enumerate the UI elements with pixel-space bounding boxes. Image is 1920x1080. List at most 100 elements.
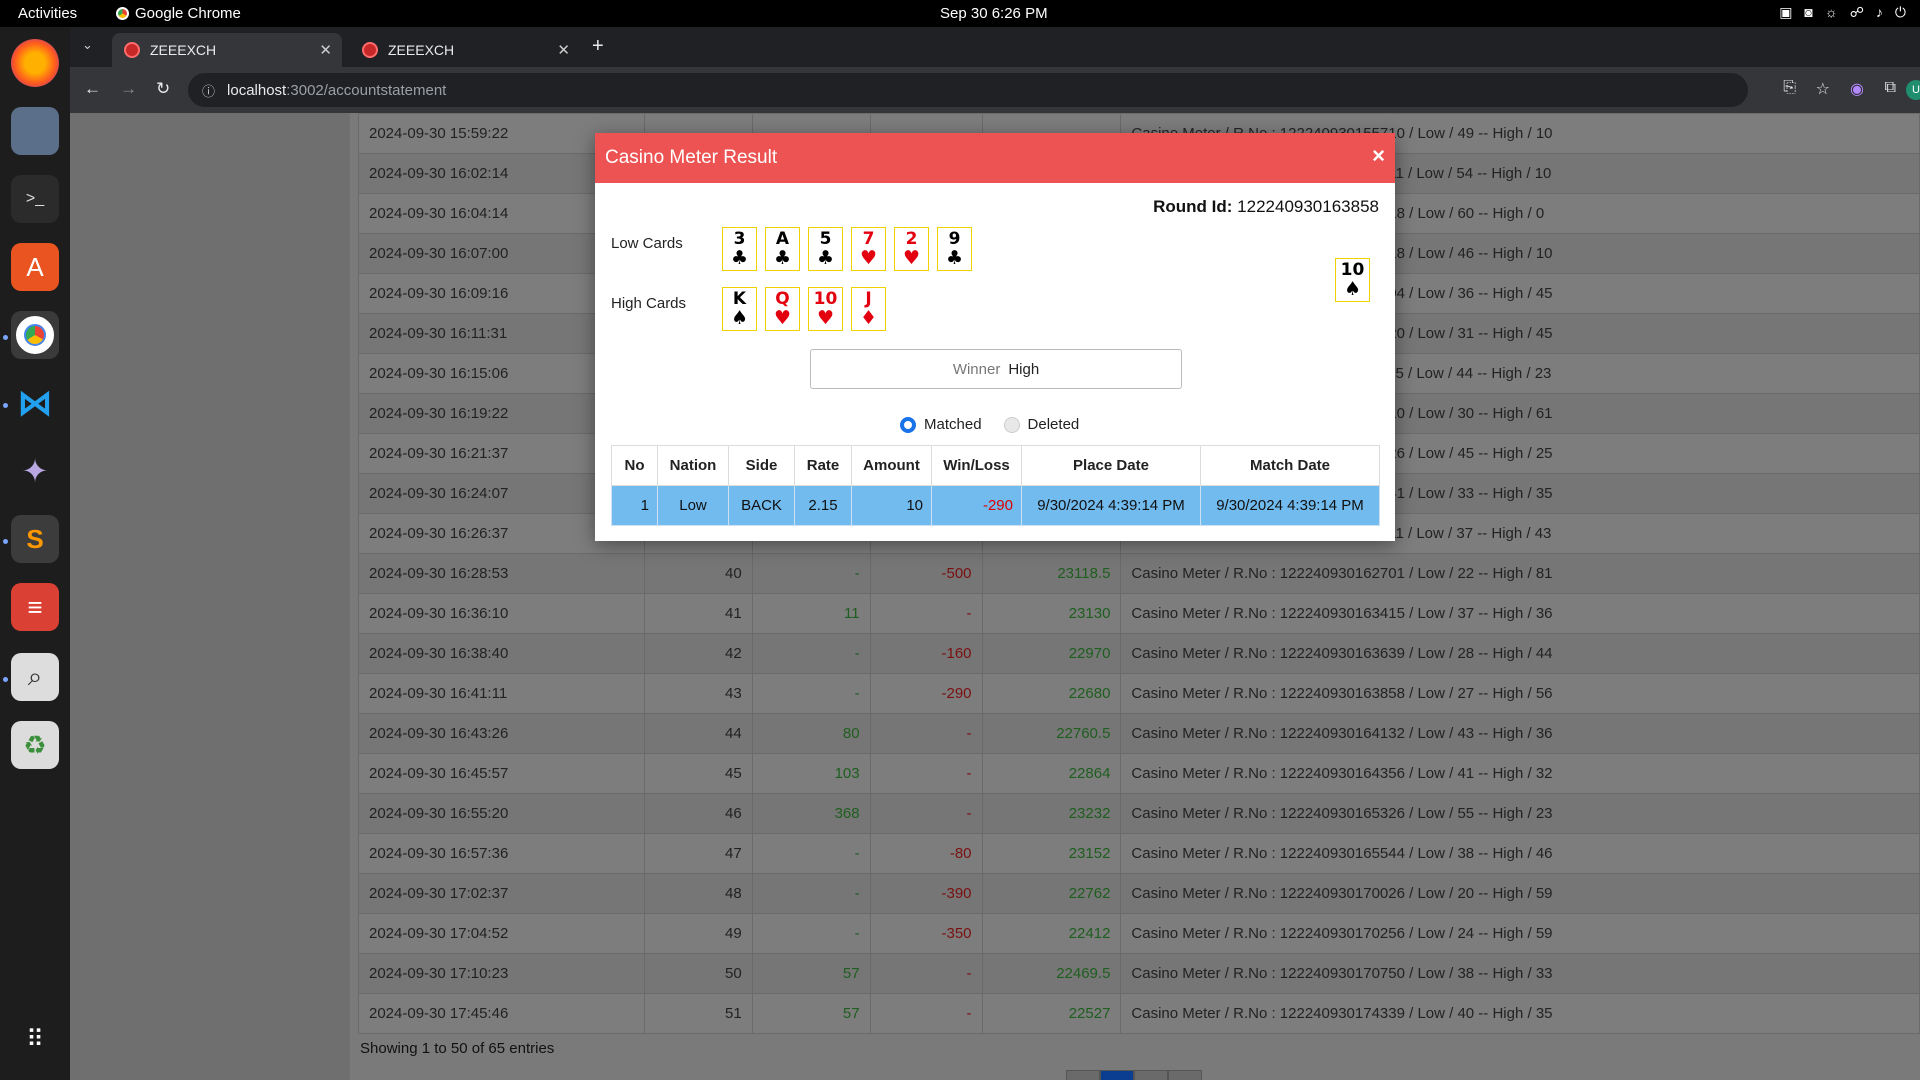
low-cards: 3 ♣ A ♣ 5 ♣ 7 ♥ 2 ♥ 9 ♣ [722,227,972,271]
terminal-icon[interactable]: >_ [11,175,59,223]
card-suit-icon: ♣ [773,246,792,269]
chrome-dock-icon[interactable] [11,311,59,359]
statement-credit: 368 [751,793,871,834]
brightness-icon: ☼ [1824,4,1838,20]
col-rate: Rate [794,445,852,486]
sublime-text-icon[interactable]: S [11,515,59,563]
pidgin-icon[interactable]: ✦ [11,447,59,495]
search-tool-icon[interactable]: ⌕ [11,653,59,701]
bookmark-star-icon[interactable]: ☆ [1816,79,1830,99]
statement-credit: 103 [751,753,871,794]
statement-row: 2024-09-30 16:41:11 43- -290 22680 Casino Me… [358,673,1920,714]
statement-no: 46 [643,793,753,834]
tab-strip: ⌄ ZEEEXCH ✕ ZEEEXCH ✕ + [70,27,1920,67]
site-favicon-icon [124,42,140,58]
close-modal-icon[interactable]: × [1372,143,1385,169]
running-indicator [3,539,8,544]
col-no: No [611,445,658,486]
system-tray[interactable]: ▣ ◙ ☼ ☍ ♪ ⏻ [1779,4,1906,21]
statement-date: 2024-09-30 17:02:37 [358,873,645,914]
page-next[interactable] [1168,1070,1202,1080]
statement-credit: 57 [751,953,871,994]
col-nation: Nation [657,445,729,486]
card-rank: Q [775,288,790,309]
page-1[interactable] [1100,1070,1134,1080]
statement-date: 2024-09-30 16:36:10 [358,593,645,634]
statement-row: 2024-09-30 16:57:36 47- -80 23152 Casino Met… [358,833,1920,874]
close-tab-icon[interactable]: ✕ [319,41,332,59]
playing-card: 5 ♣ [808,227,843,271]
vscode-icon[interactable]: ⋈ [11,379,59,427]
high-cards: K ♠ Q ♥ 10 ♥ J ♦ [722,287,886,331]
forward-icon[interactable]: → [120,79,137,99]
app-center-icon[interactable]: A [11,243,59,291]
reload-icon[interactable]: ↻ [156,79,170,99]
modal-title: Casino Meter Result [605,147,778,168]
statement-no: 50 [643,953,753,994]
round-id-value: 122240930163858 [1237,197,1379,216]
winner-box: Winner High [810,349,1182,389]
statement-row: 2024-09-30 16:43:26 44 80-22760.5 Casino Me… [358,713,1920,754]
show-apps-icon[interactable]: ⠿ [11,1015,59,1063]
statement-date: 2024-09-30 17:45:46 [358,993,645,1034]
page-prev[interactable] [1066,1070,1100,1080]
entries-info: Showing 1 to 50 of 65 entries [360,1040,555,1057]
statement-remark: Casino Meter / R.No : 122240930170026 / … [1120,873,1920,914]
statement-remark: Casino Meter / R.No : 122240930163858 / … [1120,673,1920,714]
bet-winloss: -290 [931,485,1022,526]
app-menu[interactable]: Google Chrome [116,5,241,22]
playing-card: K ♠ [722,287,757,331]
page-2[interactable] [1134,1070,1168,1080]
tab-zeeexch-inactive[interactable]: ZEEEXCH ✕ [350,33,580,67]
deleted-radio[interactable] [1003,416,1020,433]
clock[interactable]: Sep 30 6:26 PM [940,5,1048,22]
statement-debit: - [869,993,983,1034]
profile-avatar[interactable]: U [1906,80,1920,100]
firefox-icon[interactable] [11,39,59,87]
back-icon[interactable]: ← [84,79,101,99]
files-icon[interactable] [11,107,59,155]
bet-amount: 10 [851,485,932,526]
extension-icon[interactable]: ◉ [1850,79,1864,99]
card-suit-icon: ♥ [816,306,835,329]
tab-title: ZEEEXCH [150,42,217,58]
playing-card: 10 ♥ [808,287,843,331]
statement-row: 2024-09-30 16:36:10 41 11-23130 Casino Mete… [358,593,1920,634]
close-tab-icon[interactable]: ✕ [557,41,570,59]
address-bar[interactable]: ⓘ localhost :3002/accountstatement [188,73,1748,107]
running-indicator [3,403,8,408]
statement-remark: Casino Meter / R.No : 122240930165326 / … [1120,793,1920,834]
extensions-puzzle-icon[interactable]: ⧉ [1885,79,1896,97]
playing-card: 2 ♥ [894,227,929,271]
statement-no: 51 [643,993,753,1034]
statement-date: 2024-09-30 16:45:57 [358,753,645,794]
statement-credit: - [751,833,871,874]
statement-balance: 22970 [981,633,1122,674]
statement-debit: - [869,713,983,754]
statement-balance: 23152 [981,833,1122,874]
bet-row: 1 Low BACK 2.15 10 -290 9/30/2024 4:39:1… [611,485,1380,526]
matched-radio[interactable] [900,416,916,433]
card-rank: 5 [819,228,832,249]
statement-debit: -350 [869,913,983,954]
bet-rate: 2.15 [794,485,852,526]
statement-credit: 57 [751,993,871,1034]
running-indicator [3,677,8,682]
trash-icon[interactable]: ♻ [11,721,59,769]
tab-zeeexch-active[interactable]: ZEEEXCH ✕ [112,33,342,67]
statement-no: 41 [643,593,753,634]
card-rank: 7 [862,228,875,249]
activities-button[interactable]: Activities [18,5,77,22]
playing-card: Q ♥ [765,287,800,331]
install-app-icon[interactable]: ⎘ [1783,79,1796,97]
browser-toolbar: ← → ↻ ⓘ localhost :3002/accountstatement… [70,67,1920,113]
col-match-date: Match Date [1200,445,1380,486]
card-rank: 2 [905,228,918,249]
statement-credit: - [751,873,871,914]
tab-search-chevron-icon[interactable]: ⌄ [82,37,93,53]
card-rank: 3 [733,228,746,249]
site-info-icon[interactable]: ⓘ [202,81,215,100]
left-panel [70,113,350,1080]
todoist-icon[interactable]: ≡ [11,583,59,631]
new-tab-icon[interactable]: + [592,35,604,58]
